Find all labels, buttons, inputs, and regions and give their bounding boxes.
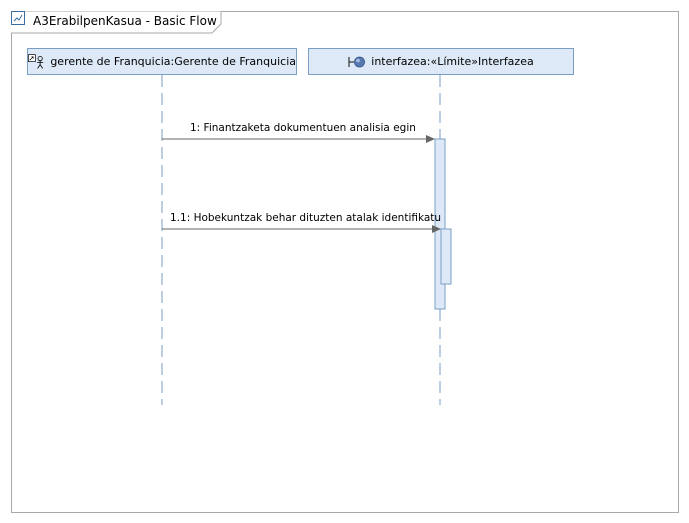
actor-icon <box>28 53 44 69</box>
lifeline-gerente-head[interactable]: gerente de Franquicia:Gerente de Franqui… <box>27 48 297 75</box>
lifeline-interfaze-head[interactable]: interfazea:«Límite»Interfazea <box>308 48 574 75</box>
diagram-lines <box>161 75 452 405</box>
message-1-label: 1: Finantzaketa dokumentuen analisia egi… <box>190 122 416 134</box>
lifeline-interfaze-label: interfazea:«Límite»Interfazea <box>371 55 534 68</box>
activation-bar-2[interactable] <box>440 228 452 285</box>
message-2-label: 1.1: Hobekuntzak behar dituzten atalak i… <box>170 212 442 224</box>
diagram-canvas: A3ErabilpenKasua - Basic Flow gerente de… <box>0 0 689 523</box>
message-1-arrowhead <box>426 135 435 143</box>
boundary-icon <box>348 56 366 67</box>
lifeline-gerente-label: gerente de Franquicia:Gerente de Franqui… <box>50 55 296 68</box>
